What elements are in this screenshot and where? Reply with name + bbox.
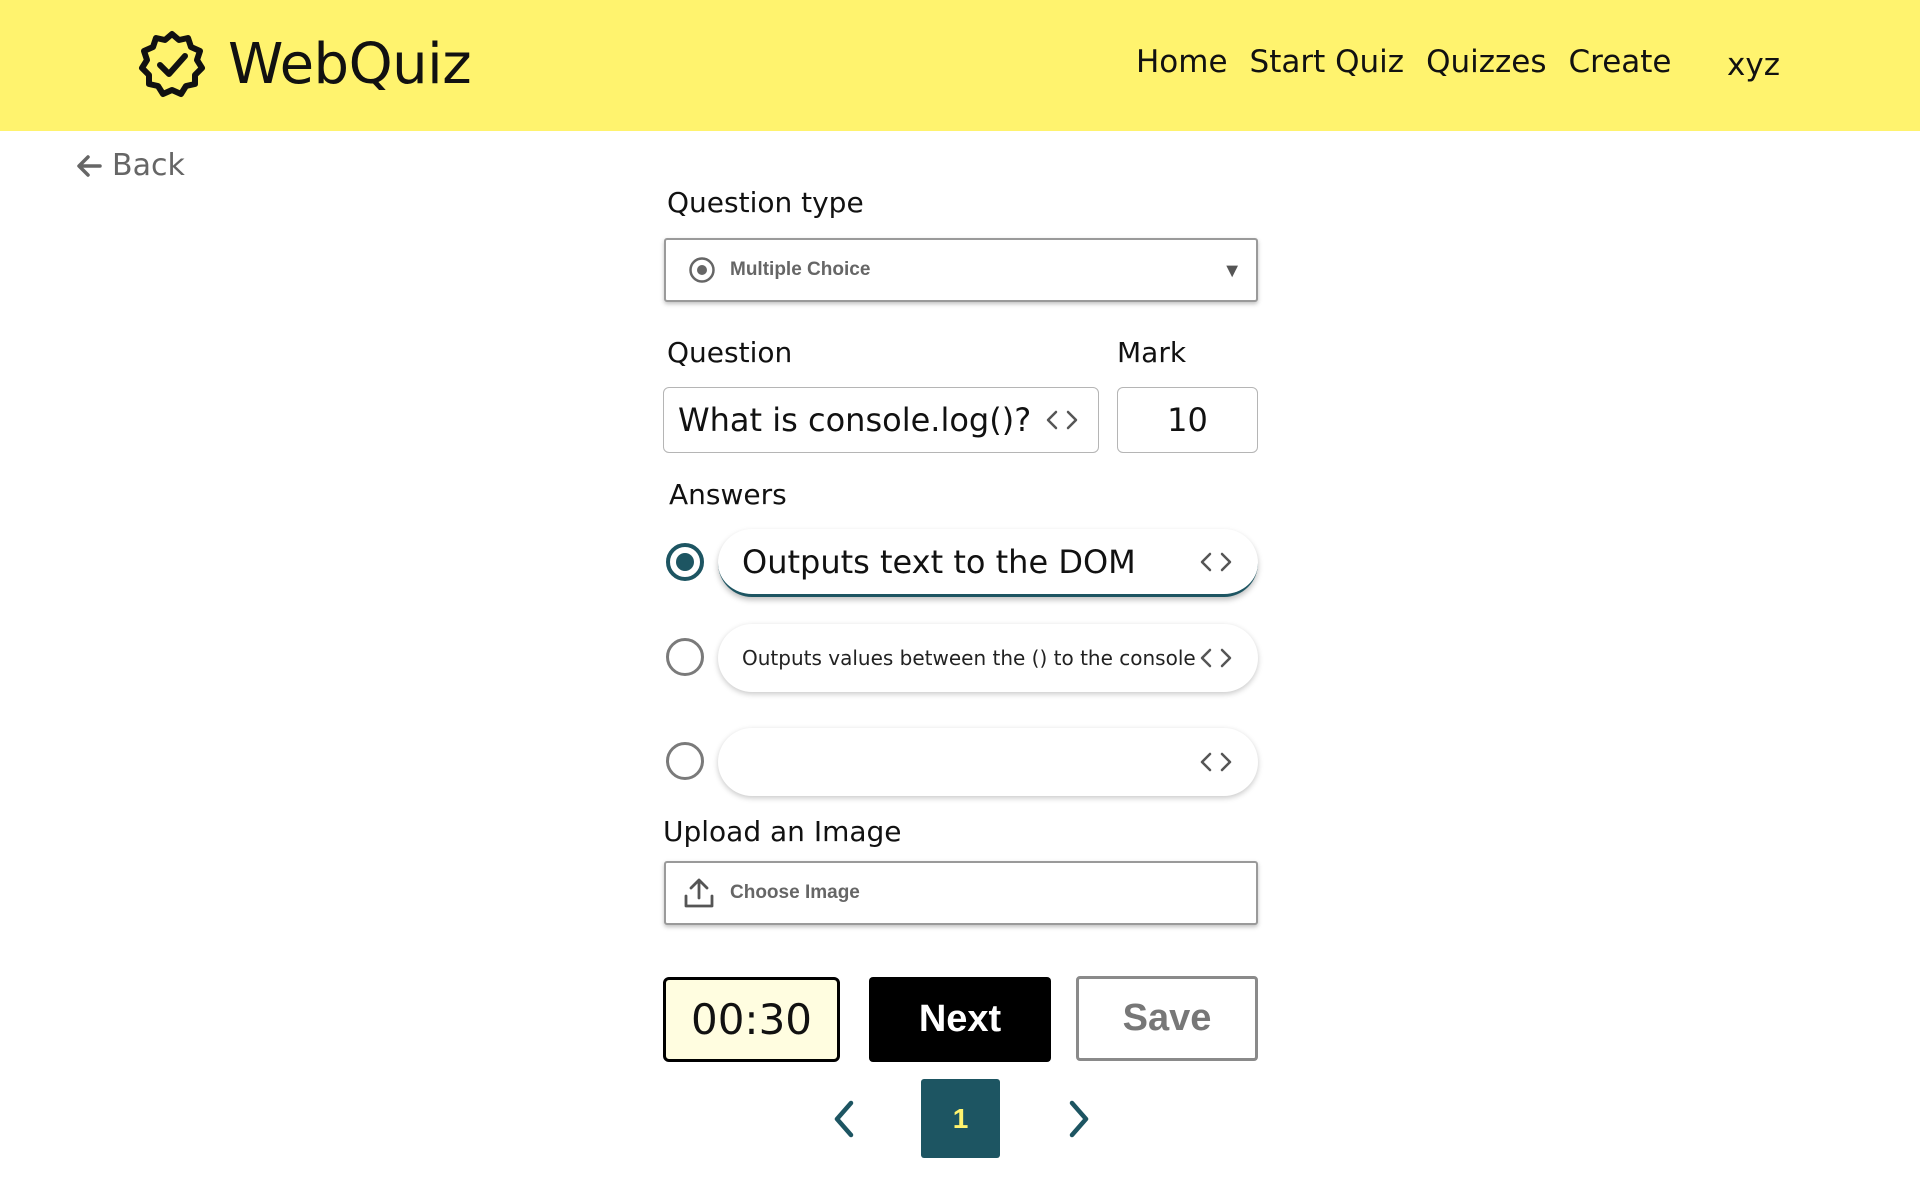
answer-row bbox=[664, 726, 1258, 796]
question-type-label: Question type bbox=[667, 186, 864, 219]
mark-input[interactable]: 10 bbox=[1117, 387, 1258, 453]
badge-check-icon bbox=[139, 31, 205, 97]
logo[interactable]: WebQuiz bbox=[136, 28, 472, 100]
next-button[interactable]: Next bbox=[869, 977, 1051, 1062]
answer-input-2[interactable]: Outputs values between the () to the con… bbox=[718, 624, 1258, 692]
radio-icon bbox=[689, 257, 715, 283]
back-link[interactable]: Back bbox=[76, 148, 185, 183]
save-button[interactable]: Save bbox=[1076, 976, 1258, 1061]
answer-radio-2[interactable] bbox=[666, 638, 704, 676]
question-value: What is console.log()? bbox=[678, 401, 1032, 439]
page-number-current[interactable]: 1 bbox=[921, 1079, 1000, 1158]
back-label: Back bbox=[112, 148, 185, 183]
nav-create[interactable]: Create bbox=[1569, 44, 1672, 80]
answer-input-1[interactable]: Outputs text to the DOM bbox=[718, 529, 1258, 597]
chevron-left-icon[interactable] bbox=[829, 1097, 859, 1141]
question-type-select[interactable]: Multiple Choice ▼ bbox=[664, 238, 1258, 302]
answer-row: Outputs values between the () to the con… bbox=[664, 622, 1258, 692]
answer-row: Outputs text to the DOM bbox=[664, 528, 1258, 598]
code-brackets-icon[interactable] bbox=[1196, 646, 1236, 670]
app-title: WebQuiz bbox=[228, 31, 472, 97]
mark-value: 10 bbox=[1167, 401, 1208, 439]
main-nav: Home Start Quiz Quizzes Create bbox=[1136, 44, 1694, 80]
arrow-left-icon bbox=[77, 154, 102, 177]
answer-radio-1[interactable] bbox=[666, 543, 704, 581]
chevron-right-icon[interactable] bbox=[1064, 1097, 1094, 1141]
choose-image-button[interactable]: Choose Image bbox=[664, 861, 1258, 925]
code-brackets-icon[interactable] bbox=[1196, 550, 1236, 574]
caret-down-icon: ▼ bbox=[1222, 260, 1242, 282]
answer-text-2: Outputs values between the () to the con… bbox=[742, 646, 1196, 670]
timer-field[interactable]: 00:30 bbox=[663, 977, 840, 1062]
question-label: Question bbox=[667, 336, 793, 369]
code-brackets-icon[interactable] bbox=[1196, 750, 1236, 774]
answer-text-1: Outputs text to the DOM bbox=[742, 542, 1136, 581]
upload-icon bbox=[684, 878, 714, 908]
code-brackets-icon[interactable] bbox=[1042, 408, 1082, 432]
mark-label: Mark bbox=[1117, 336, 1187, 369]
choose-image-label: Choose Image bbox=[730, 882, 860, 903]
upload-label: Upload an Image bbox=[663, 815, 902, 848]
user-menu[interactable]: xyz bbox=[1727, 47, 1780, 83]
question-type-value: Multiple Choice bbox=[730, 259, 871, 280]
nav-home[interactable]: Home bbox=[1136, 44, 1228, 80]
answer-radio-3[interactable] bbox=[666, 742, 704, 780]
nav-start-quiz[interactable]: Start Quiz bbox=[1250, 44, 1405, 80]
top-bar: WebQuiz Home Start Quiz Quizzes Create x… bbox=[0, 0, 1920, 131]
timer-value: 00:30 bbox=[690, 995, 813, 1044]
nav-quizzes[interactable]: Quizzes bbox=[1426, 44, 1546, 80]
answers-label: Answers bbox=[669, 478, 787, 511]
answer-input-3[interactable] bbox=[718, 728, 1258, 796]
question-input[interactable]: What is console.log()? bbox=[663, 387, 1099, 453]
